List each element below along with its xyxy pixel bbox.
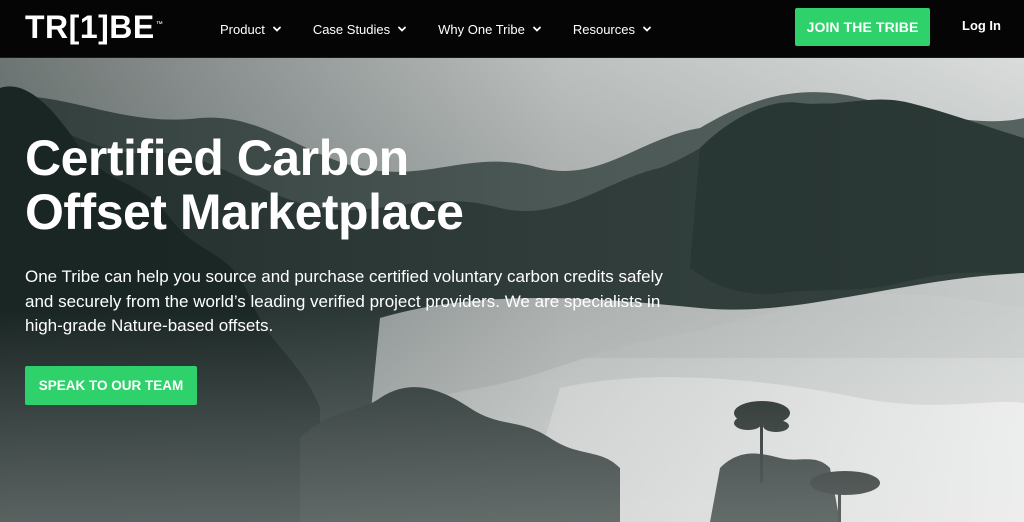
menu-item-resources[interactable]: Resources <box>573 22 652 37</box>
chevron-down-icon <box>532 24 542 34</box>
menu-item-label: Product <box>220 21 265 37</box>
hero-description: One Tribe can help you source and purcha… <box>25 267 663 335</box>
menu-item-case-studies[interactable]: Case Studies <box>313 22 407 37</box>
hero-title-line-2: Offset Marketplace <box>25 184 464 240</box>
hero-section: Certified Carbon Offset Marketplace One … <box>0 58 1024 522</box>
login-link[interactable]: Log In <box>962 18 1001 33</box>
main-menu: Product Case Studies Why One Tribe Resou… <box>220 0 683 58</box>
menu-item-label: Why One Tribe <box>438 21 525 37</box>
chevron-down-icon <box>397 24 407 34</box>
menu-item-label: Resources <box>572 21 635 37</box>
speak-to-our-team-button[interactable]: SPEAK TO OUR TEAM <box>25 366 197 405</box>
menu-item-why-one-tribe[interactable]: Why One Tribe <box>438 22 542 37</box>
top-navigation: TR[1]BE™ Product Case Studies Why One Tr… <box>0 0 1024 58</box>
logo-trademark: ™ <box>155 21 164 28</box>
logo-text: TR[1]BE <box>25 9 155 45</box>
join-the-tribe-button[interactable]: JOIN THE TRIBE <box>795 8 930 46</box>
hero-title-line-1: Certified Carbon <box>25 130 409 186</box>
menu-item-label: Case Studies <box>312 21 391 37</box>
hero-title: Certified Carbon Offset Marketplace <box>25 131 545 239</box>
chevron-down-icon <box>642 24 652 34</box>
tribe-logo[interactable]: TR[1]BE™ <box>25 11 163 43</box>
menu-item-product[interactable]: Product <box>220 22 282 37</box>
chevron-down-icon <box>272 24 282 34</box>
